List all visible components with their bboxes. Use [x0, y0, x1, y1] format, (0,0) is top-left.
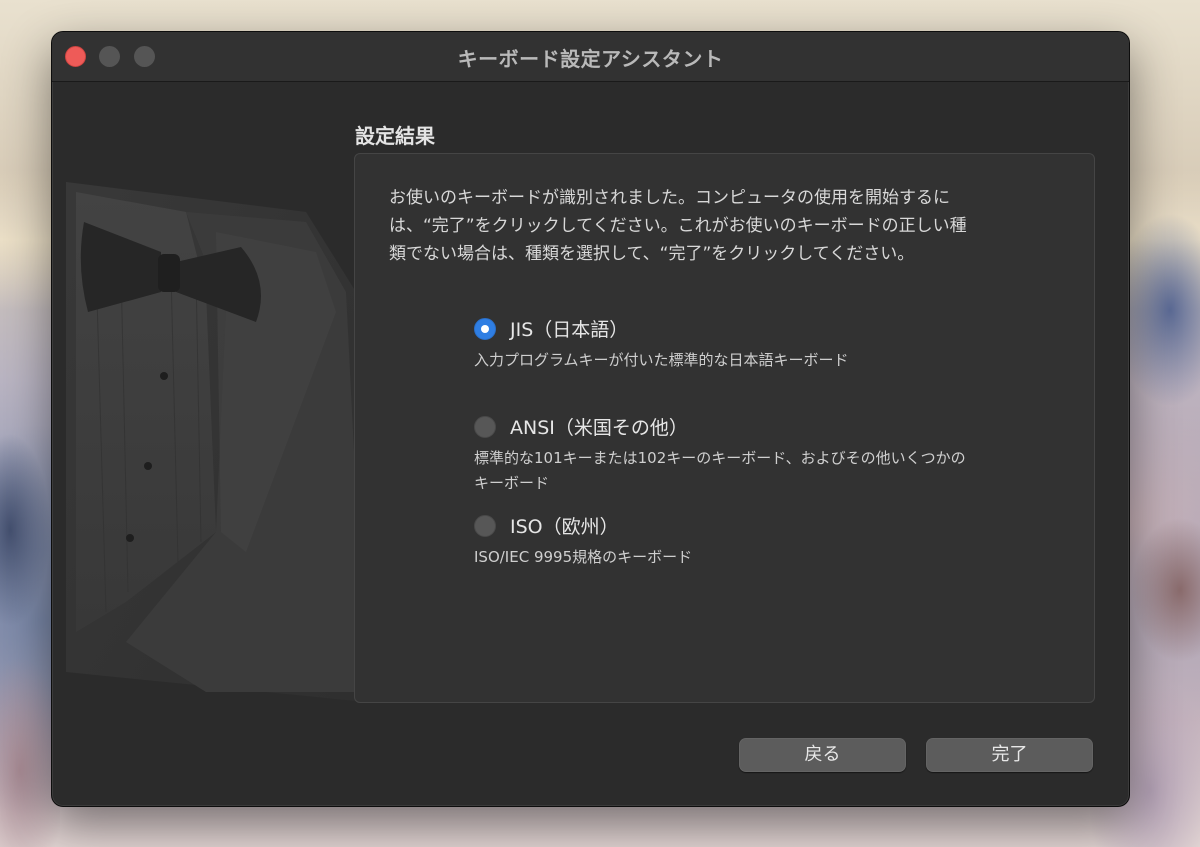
window-title: キーボード設定アシスタント [457, 47, 724, 71]
option-description-line: キーボード [474, 474, 550, 492]
option-description-line: 入力プログラムキーが付いた標準的な日本語キーボード [474, 351, 849, 369]
option-label[interactable]: JIS（日本語） [510, 316, 628, 344]
radio-row[interactable]: ISO（欧州） [474, 513, 1074, 541]
option-description: ISO/IEC 9995規格のキーボード [474, 545, 1074, 570]
description-line: 類でない場合は、種類を選択して、“完了”をクリックしてください。 [389, 244, 915, 264]
radio-row[interactable]: ANSI（米国その他） [474, 414, 1074, 442]
option-description-line: ISO/IEC 9995規格のキーボード [474, 548, 693, 566]
description-line: は、“完了”をクリックしてください。これがお使いのキーボードの正しい種 [389, 216, 967, 236]
option-label[interactable]: ISO（欧州） [510, 513, 619, 541]
option-description: 標準的な101キーまたは102キーのキーボード、およびその他いくつかの キーボー… [474, 446, 1074, 496]
result-panel: お使いのキーボードが識別されました。コンピュータの使用を開始するに は、“完了”… [354, 153, 1095, 703]
back-button[interactable]: 戻る [739, 738, 906, 772]
description-text: お使いのキーボードが識別されました。コンピュータの使用を開始するに は、“完了”… [389, 184, 1069, 268]
section-title: 設定結果 [355, 124, 435, 148]
radio-button-ansi[interactable] [474, 416, 496, 438]
keyboard-setup-assistant-window: キーボード設定アシスタント 設定結果 お使いのキーボードが識別されました。コンピ… [51, 31, 1130, 807]
title-bar[interactable]: キーボード設定アシスタント [52, 32, 1129, 82]
radio-button-jis[interactable] [474, 318, 496, 340]
radio-row[interactable]: JIS（日本語） [474, 316, 1074, 344]
description-line: お使いのキーボードが識別されました。コンピュータの使用を開始するに [389, 188, 950, 208]
option-description: 入力プログラムキーが付いた標準的な日本語キーボード [474, 348, 1074, 373]
option-jis[interactable]: JIS（日本語） 入力プログラムキーが付いた標準的な日本語キーボード [474, 316, 1074, 373]
radio-button-iso[interactable] [474, 515, 496, 537]
option-description-line: 標準的な101キーまたは102キーのキーボード、およびその他いくつかの [474, 449, 966, 467]
option-ansi[interactable]: ANSI（米国その他） 標準的な101キーまたは102キーのキーボード、およびそ… [474, 414, 1074, 496]
done-button[interactable]: 完了 [926, 738, 1093, 772]
option-iso[interactable]: ISO（欧州） ISO/IEC 9995規格のキーボード [474, 513, 1074, 570]
option-label[interactable]: ANSI（米国その他） [510, 414, 688, 442]
